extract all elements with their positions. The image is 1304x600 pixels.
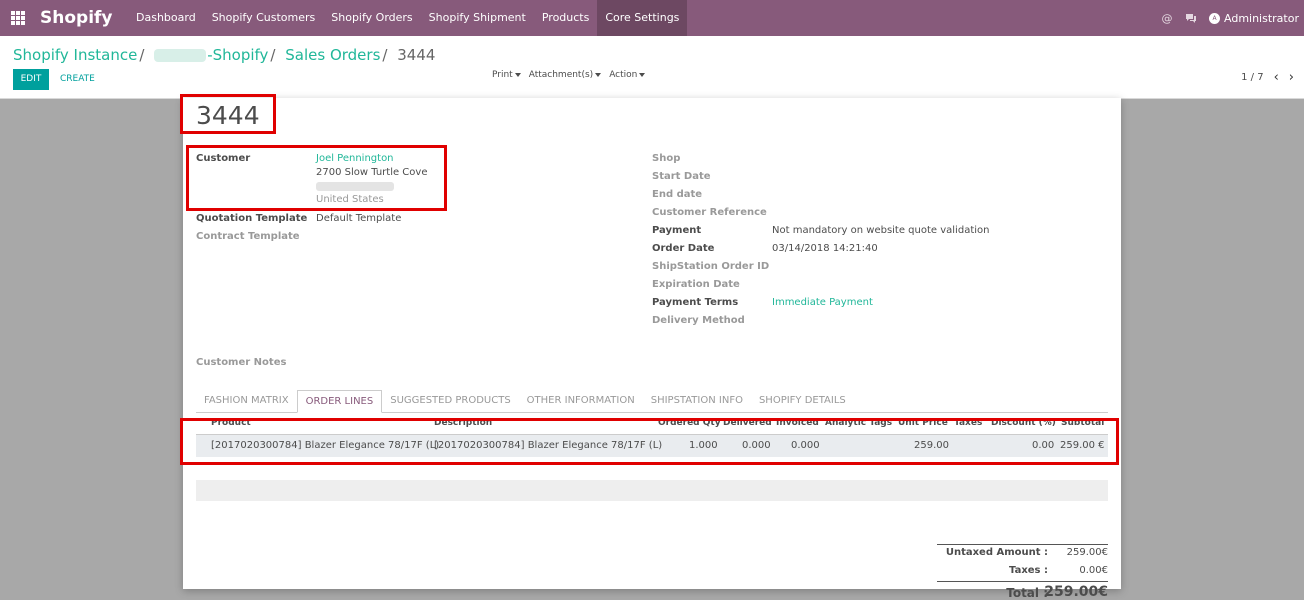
edit-button[interactable]: EDIT [13,69,49,90]
expiration-date-label: Expiration Date [652,279,740,290]
breadcrumb-sales-orders[interactable]: Sales Orders [285,46,380,64]
quotation-template-value: Default Template [316,213,402,224]
total-row: Total : 259.00€ [937,581,1108,600]
customer-link[interactable]: Joel Pennington [316,153,394,164]
form-sheet: 3444 Customer Joel Pennington 2700 Slow … [180,94,1121,600]
tab-other-information[interactable]: OTHER INFORMATION [519,390,643,412]
control-panel: Shopify Instance / -Shopify / Sales Orders… [0,36,1304,99]
payment-label: Payment [652,225,702,236]
quotation-template-label: Quotation Template [196,213,308,224]
user-menu[interactable]: A Administrator [1209,12,1299,25]
untaxed-row: Untaxed Amount : 259.00€ [937,544,1108,563]
menu-shopify-shipment[interactable]: Shopify Shipment [421,0,534,36]
untaxed-label: Untaxed Amount : [945,547,1048,558]
pager-value[interactable]: 1 / 7 [1241,72,1263,83]
navbar-systray: @ A Administrator [1161,0,1300,36]
taxes-row: Taxes : 0.00€ [937,563,1108,581]
tab-suggested-products[interactable]: SUGGESTED PRODUCTS [382,390,518,412]
sidebar-dropdowns: Print Attachment(s) Action [492,70,646,80]
taxes-value: 0.00€ [1079,565,1108,576]
top-navbar: Shopify Dashboard Shopify Customers Shop… [0,0,1304,36]
contract-template-label: Contract Template [196,231,300,242]
chevron-right-icon[interactable]: › [1289,70,1294,85]
total-label: Total : [1006,586,1048,600]
customer-address: 2700 Slow Turtle Cove [316,167,428,178]
order-date-value: 03/14/2018 14:21:40 [772,243,878,254]
breadcrumb: Shopify Instance / -Shopify / Sales Orders… [13,46,436,64]
customer-country: United States [316,194,384,202]
taxes-label: Taxes : [1009,565,1048,576]
menu-shopify-orders[interactable]: Shopify Orders [323,0,420,36]
chevron-left-icon[interactable]: ‹ [1274,70,1279,85]
notebook-tabs: FASHION MATRIX ORDER LINES SUGGESTED PRO… [196,390,1108,413]
add-line-bar[interactable] [196,480,1108,501]
tab-shopify-details[interactable]: SHOPIFY DETAILS [751,390,854,412]
pager: 1 / 7 ‹ › [1241,70,1294,85]
breadcrumb-shop[interactable]: -Shopify [154,46,268,64]
payment-terms-label: Payment Terms [652,297,739,308]
order-date-label: Order Date [652,243,715,254]
start-date-label: Start Date [652,171,711,182]
attachments-dropdown[interactable]: Attachment(s) [529,70,602,80]
tab-fashion-matrix[interactable]: FASHION MATRIX [196,390,297,412]
menu-products[interactable]: Products [534,0,598,36]
breadcrumb-current: 3444 [397,46,436,64]
menu-shopify-customers[interactable]: Shopify Customers [204,0,324,36]
menu-core-settings[interactable]: Core Settings [597,0,688,36]
caret-down-icon [595,72,602,77]
breadcrumb-shopify-instance[interactable]: Shopify Instance [13,46,137,64]
activity-icon[interactable]: @ [1161,12,1173,25]
customer-label: Customer [196,153,251,164]
print-dropdown[interactable]: Print [492,70,521,80]
apps-grid-icon[interactable] [11,11,25,25]
record-name: 3444 [196,101,260,130]
user-name: Administrator [1224,11,1299,25]
highlight-box-order-lines [180,418,1119,465]
payment-value: Not mandatory on website quote validatio… [772,225,990,236]
payment-terms-link[interactable]: Immediate Payment [772,297,873,308]
app-brand[interactable]: Shopify [40,8,113,28]
total-value: 259.00€ [1044,584,1108,600]
blurred-address-line [316,182,394,191]
avatar: A [1209,12,1220,24]
create-button[interactable]: CREATE [60,69,95,90]
customer-notes-label: Customer Notes [196,357,287,368]
shipstation-order-id-label: ShipStation Order ID [652,261,770,272]
action-dropdown[interactable]: Action [609,70,646,80]
customer-reference-label: Customer Reference [652,207,767,218]
shop-label: Shop [652,153,681,164]
tab-shipstation-info[interactable]: SHIPSTATION INFO [643,390,751,412]
delivery-method-label: Delivery Method [652,315,745,326]
tab-order-lines[interactable]: ORDER LINES [296,390,383,413]
caret-down-icon [514,72,521,77]
main-menu: Dashboard Shopify Customers Shopify Orde… [128,0,688,36]
blurred-shop-name [154,49,207,62]
caret-down-icon [639,72,646,77]
order-totals: Untaxed Amount : 259.00€ Taxes : 0.00€ T… [937,544,1108,600]
chat-icon[interactable] [1185,12,1197,24]
menu-dashboard[interactable]: Dashboard [128,0,204,36]
end-date-label: End date [652,189,703,200]
untaxed-value: 259.00€ [1066,547,1108,558]
